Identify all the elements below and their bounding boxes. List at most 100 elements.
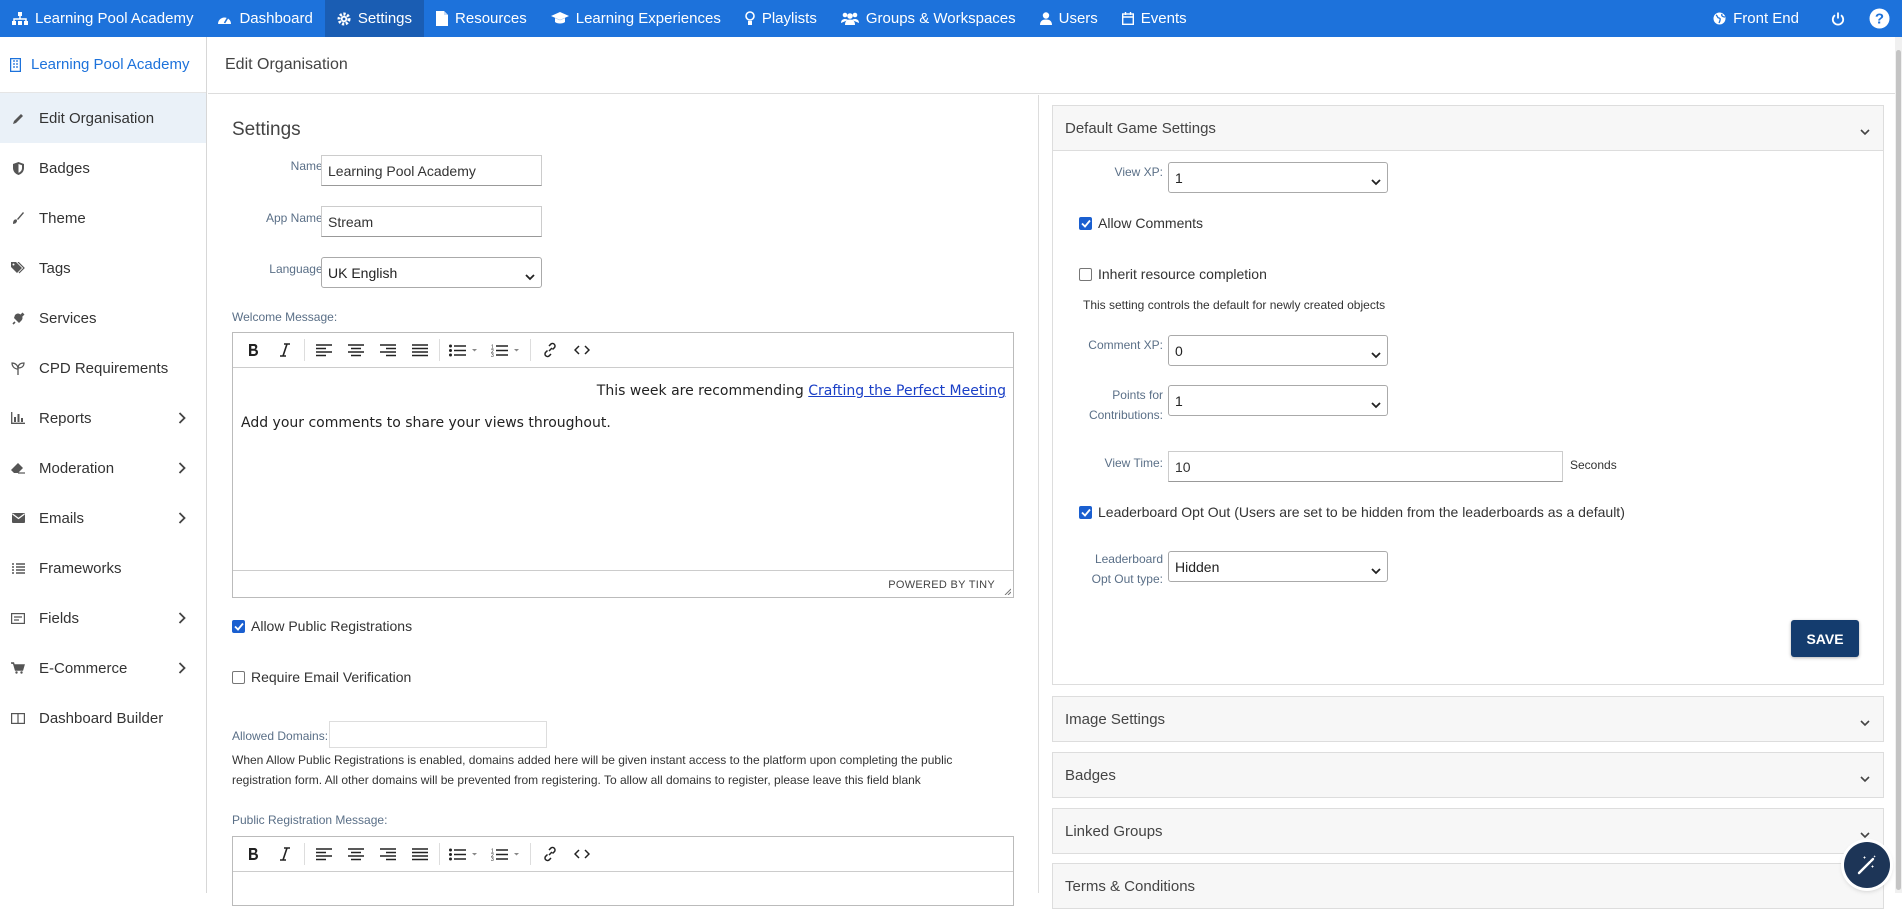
public-registration-editor[interactable]: 123 [232, 836, 1014, 906]
image-settings-header[interactable]: Image Settings [1053, 697, 1883, 741]
allow-comments-checkbox[interactable] [1079, 216, 1092, 230]
allowed-domains-help-line-2: registration form. All other domains wil… [232, 773, 921, 787]
editor-content[interactable]: This week are recommending Crafting the … [233, 368, 1013, 570]
leaderboard-opt-out-checkbox[interactable] [1079, 505, 1092, 519]
comment-xp-select[interactable]: 0 [1168, 335, 1388, 366]
align-left-button[interactable] [308, 840, 340, 868]
align-right-button[interactable] [372, 336, 404, 364]
italic-button[interactable] [269, 336, 301, 364]
italic-button[interactable] [269, 840, 301, 868]
panel-title: Default Game Settings [1065, 119, 1216, 137]
sidebar-org-link[interactable]: Learning Pool Academy [0, 37, 206, 93]
sidebar-item-tags[interactable]: Tags [0, 243, 206, 293]
chevron-right-icon [178, 661, 186, 678]
nav-front-end[interactable]: Front End [1701, 0, 1811, 37]
align-left-button[interactable] [308, 336, 340, 364]
nav-users[interactable]: Users [1028, 0, 1110, 37]
power-button[interactable] [1811, 0, 1865, 37]
sidebar-item-frameworks[interactable]: Frameworks [0, 543, 206, 593]
code-icon [574, 345, 590, 355]
bold-button[interactable] [237, 840, 269, 868]
help-button[interactable]: ? [1865, 0, 1902, 37]
list-icon [9, 562, 27, 574]
align-center-button[interactable] [340, 840, 372, 868]
nav-playlists[interactable]: Playlists [733, 0, 829, 37]
allow-public-registrations-row[interactable]: Allow Public Registrations [232, 618, 412, 634]
name-input[interactable]: Learning Pool Academy [321, 155, 542, 186]
align-right-button[interactable] [372, 840, 404, 868]
nav-learning-pool-academy[interactable]: Learning Pool Academy [0, 0, 205, 37]
linked-groups-panel[interactable]: Linked Groups [1052, 808, 1884, 854]
nav-learning-experiences[interactable]: Learning Experiences [539, 0, 733, 37]
nav-settings[interactable]: Settings [324, 0, 425, 37]
panel-title: Terms & Conditions [1065, 877, 1196, 895]
powered-by-tiny[interactable]: POWERED BY TINY [888, 579, 995, 591]
sidebar-item-label: E-Commerce [39, 659, 128, 677]
gear-icon [337, 12, 351, 26]
sidebar-item-theme[interactable]: Theme [0, 193, 206, 243]
welcome-link[interactable]: Crafting the Perfect Meeting [808, 383, 1006, 399]
sidebar-item-moderation[interactable]: Moderation [0, 443, 206, 493]
bullet-list-button[interactable] [443, 840, 485, 868]
sidebar-item-dashboard-builder[interactable]: Dashboard Builder [0, 693, 206, 743]
save-button[interactable]: SAVE [1791, 620, 1859, 657]
comment-xp-value: 0 [1175, 342, 1183, 359]
terms-conditions-header[interactable]: Terms & Conditions [1053, 864, 1883, 908]
bar-chart-icon [9, 412, 27, 424]
align-center-button[interactable] [340, 336, 372, 364]
link-button[interactable] [534, 336, 566, 364]
source-code-button[interactable] [566, 336, 598, 364]
numbered-list-button[interactable]: 123 [485, 336, 527, 364]
welcome-line-1: This week are recommending Crafting the … [597, 383, 1006, 399]
sidebar-item-cpd-requirements[interactable]: CPD Requirements [0, 343, 206, 393]
nav-label: Learning Experiences [575, 10, 721, 27]
sidebar-item-fields[interactable]: Fields [0, 593, 206, 643]
justify-button[interactable] [404, 840, 436, 868]
nav-resources[interactable]: Resources [424, 0, 539, 37]
view-time-input[interactable]: 10 [1168, 451, 1563, 482]
default-game-settings-header[interactable]: Default Game Settings [1053, 106, 1883, 151]
inherit-resource-completion-row[interactable]: Inherit resource completion [1079, 266, 1267, 282]
allow-comments-row[interactable]: Allow Comments [1079, 215, 1203, 231]
sidebar-item-edit-organisation[interactable]: Edit Organisation [0, 93, 206, 143]
leaderboard-opt-out-type-label: Leaderboard Opt Out type: [1053, 549, 1163, 589]
sidebar-item-e-commerce[interactable]: E-Commerce [0, 643, 206, 693]
sidebar-item-services[interactable]: Services [0, 293, 206, 343]
toolbar-separator [439, 843, 440, 865]
require-email-verification-row[interactable]: Require Email Verification [232, 669, 411, 685]
bullet-list-button[interactable] [443, 336, 485, 364]
nav-events[interactable]: Events [1110, 0, 1199, 37]
terms-conditions-panel[interactable]: Terms & Conditions [1052, 863, 1884, 909]
require-email-verification-checkbox[interactable] [232, 670, 245, 684]
badges-panel[interactable]: Badges [1052, 752, 1884, 798]
sidebar-item-reports[interactable]: Reports [0, 393, 206, 443]
allowed-domains-input[interactable] [329, 721, 547, 748]
justify-button[interactable] [404, 336, 436, 364]
scrollbar-thumb[interactable] [1896, 50, 1901, 890]
points-label-line-2: Contributions: [1088, 408, 1163, 422]
app-name-input[interactable]: Stream [321, 206, 542, 237]
points-for-contributions-select[interactable]: 1 [1168, 385, 1388, 416]
language-select[interactable]: UK English [321, 257, 542, 288]
badges-header[interactable]: Badges [1053, 753, 1883, 797]
source-code-button[interactable] [566, 840, 598, 868]
nav-dashboard[interactable]: Dashboard [205, 0, 324, 37]
numbered-list-button[interactable]: 123 [485, 840, 527, 868]
image-settings-panel[interactable]: Image Settings [1052, 696, 1884, 742]
bullet-list-icon [449, 344, 477, 356]
leaderboard-opt-out-row[interactable]: Leaderboard Opt Out (Users are set to be… [1079, 504, 1625, 520]
magic-wand-button[interactable] [1844, 842, 1890, 888]
leaderboard-opt-out-type-select[interactable]: Hidden [1168, 551, 1388, 582]
allow-public-registrations-checkbox[interactable] [232, 619, 245, 633]
page-title-text: Edit Organisation [225, 56, 348, 73]
link-button[interactable] [534, 840, 566, 868]
sidebar-item-badges[interactable]: Badges [0, 143, 206, 193]
nav-groups-workspaces[interactable]: Groups & Workspaces [829, 0, 1028, 37]
view-xp-select[interactable]: 1 [1168, 162, 1388, 193]
inherit-resource-completion-checkbox[interactable] [1079, 267, 1092, 281]
linked-groups-header[interactable]: Linked Groups [1053, 809, 1883, 853]
sidebar-item-emails[interactable]: Emails [0, 493, 206, 543]
allow-public-registrations-label: Allow Public Registrations [251, 618, 413, 634]
welcome-message-editor[interactable]: 123 This week are recommending Crafting … [232, 332, 1014, 598]
bold-button[interactable] [237, 336, 269, 364]
